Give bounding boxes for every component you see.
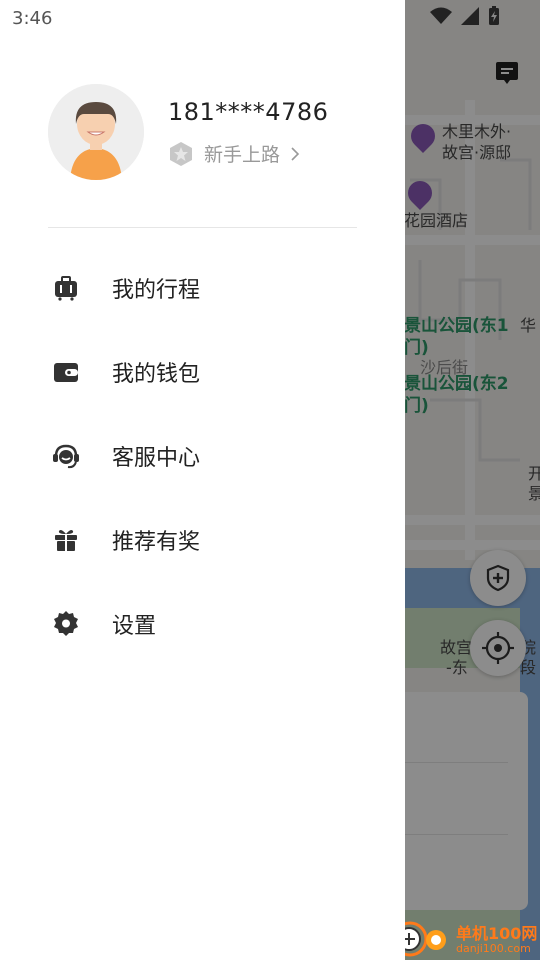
- chevron-right-icon: [291, 146, 300, 161]
- menu-label: 客服中心: [112, 446, 201, 471]
- cellular-signal-icon: [461, 7, 479, 25]
- watermark-text: 单机100网: [456, 924, 538, 943]
- menu-label: 设置: [112, 614, 157, 639]
- menu-item-customer-service[interactable]: 客服中心: [0, 426, 405, 486]
- avatar[interactable]: [48, 84, 144, 180]
- watermark-url: danji100.com: [456, 942, 531, 955]
- menu-item-settings[interactable]: 设置: [0, 594, 405, 654]
- level-badge-icon: [170, 141, 192, 166]
- status-bar-icons: [430, 6, 500, 26]
- menu-item-referral[interactable]: 推荐有奖: [0, 510, 405, 570]
- gift-icon: [52, 526, 80, 554]
- status-time: 3:46: [12, 8, 53, 29]
- wallet-icon: [52, 358, 80, 386]
- suitcase-icon: [52, 274, 80, 302]
- menu-item-trips[interactable]: 我的行程: [0, 258, 405, 318]
- side-drawer: 3:46 181****4786 新手上路 我的行程 我的钱包 客服中心 推荐有…: [0, 0, 405, 960]
- menu-label: 我的行程: [112, 278, 201, 303]
- menu-item-wallet[interactable]: 我的钱包: [0, 342, 405, 402]
- battery-charging-icon: [489, 6, 499, 25]
- menu-label: 推荐有奖: [112, 530, 201, 555]
- gear-icon: [52, 610, 80, 638]
- user-level-link[interactable]: 新手上路: [168, 140, 300, 167]
- user-phone[interactable]: 181****4786: [168, 98, 328, 126]
- user-level-label: 新手上路: [204, 144, 281, 166]
- menu-label: 我的钱包: [112, 362, 201, 387]
- headset-icon: [52, 442, 80, 470]
- divider: [48, 227, 357, 228]
- wifi-icon: [430, 7, 452, 24]
- user-avatar-icon: [48, 84, 144, 180]
